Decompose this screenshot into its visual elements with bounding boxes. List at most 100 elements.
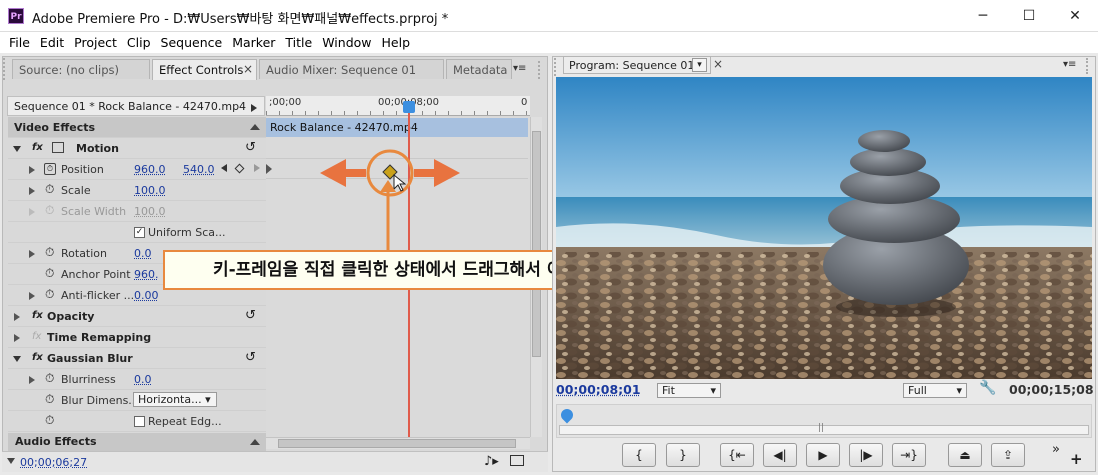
tab-metadata[interactable]: Metadata	[446, 59, 512, 79]
expand-opacity-icon[interactable]	[14, 313, 20, 321]
expand-gaussian-blur-icon[interactable]	[13, 356, 21, 362]
reset-icon[interactable]: ↺	[245, 308, 256, 323]
menu-file[interactable]: File	[4, 35, 35, 50]
stopwatch-icon[interactable]: ⏱	[45, 266, 54, 281]
stopwatch-icon[interactable]: ⏱	[45, 287, 54, 302]
timecode-dropdown-icon[interactable]	[7, 458, 15, 464]
motion-row[interactable]: fx Motion ↺	[8, 138, 266, 159]
stopwatch-icon[interactable]: ⏱	[45, 371, 54, 386]
rotation-value[interactable]: 0.0	[134, 247, 152, 260]
position-x-value[interactable]: 960.0	[134, 163, 166, 176]
tab-source[interactable]: Source: (no clips)	[12, 59, 150, 79]
program-video-frame[interactable]	[556, 77, 1092, 379]
blur-dimensions-dropdown[interactable]: Horizonta... ▾	[133, 392, 217, 407]
menu-sequence[interactable]: Sequence	[156, 35, 228, 50]
step-back-button[interactable]: ◀|	[763, 443, 797, 467]
stopwatch-icon[interactable]: ⏱	[45, 413, 54, 428]
panel-grip-right[interactable]	[538, 61, 542, 79]
monitor-playhead-handle[interactable]	[558, 406, 576, 424]
transform-box-icon[interactable]	[52, 142, 64, 153]
blurriness-value[interactable]: 0.0	[134, 373, 152, 386]
menu-edit[interactable]: Edit	[35, 35, 69, 50]
more-controls-icon[interactable]: »	[1052, 442, 1060, 457]
tab-audio-mixer[interactable]: Audio Mixer: Sequence 01	[259, 59, 444, 79]
menu-clip[interactable]: Clip	[122, 35, 156, 50]
step-forward-button[interactable]: |▶	[849, 443, 883, 467]
close-button[interactable]: ✕	[1052, 0, 1098, 32]
opacity-row[interactable]: fx Opacity ↺	[8, 306, 266, 327]
prev-keyframe-icon[interactable]	[221, 164, 227, 172]
anti-flicker-value[interactable]: 0.00	[134, 289, 159, 302]
tab-effect-controls[interactable]: Effect Controls	[152, 59, 257, 80]
stopwatch-icon[interactable]: ⏱	[45, 245, 54, 260]
mark-in-button[interactable]: {	[622, 443, 656, 467]
next-keyframe-icon[interactable]	[254, 164, 260, 172]
add-keyframe-icon[interactable]	[234, 163, 245, 174]
fx-icon[interactable]: fx	[32, 142, 43, 153]
export-icon[interactable]	[510, 455, 524, 466]
menu-window[interactable]: Window	[317, 35, 376, 50]
video-effects-header[interactable]: Video Effects	[8, 117, 266, 138]
reset-icon[interactable]: ↺	[245, 350, 256, 365]
play-button[interactable]: ▶	[806, 443, 840, 467]
audio-effects-header[interactable]: Audio Effects	[8, 433, 266, 451]
horizontal-scrollbar[interactable]	[266, 437, 530, 449]
horizontal-scroll-thumb[interactable]	[278, 439, 516, 448]
time-remapping-row[interactable]: fx Time Remapping	[8, 327, 266, 348]
tab-program-monitor[interactable]: Program: Sequence 01	[563, 56, 711, 74]
extract-button[interactable]: ⇪	[991, 443, 1025, 467]
scale-value[interactable]: 100.0	[134, 184, 166, 197]
stopwatch-on-icon[interactable]: ⏱	[44, 163, 56, 175]
expand-rotation-icon[interactable]	[29, 250, 35, 258]
lift-button[interactable]: ⏏	[948, 443, 982, 467]
timeline-ruler[interactable]: ;00;00 00;00;08;00 0	[266, 96, 530, 116]
reset-icon[interactable]: ↺	[245, 140, 256, 155]
repeat-edge-checkbox[interactable]	[134, 416, 145, 427]
playhead-handle[interactable]	[403, 101, 415, 113]
tab-close-icon[interactable]: ×	[713, 57, 723, 71]
go-to-in-button[interactable]: {⇤	[720, 443, 754, 467]
position-y-value[interactable]: 540.0	[183, 163, 215, 176]
uniform-scale-checkbox[interactable]: ✓	[134, 227, 145, 238]
tab-close-icon[interactable]: ×	[243, 62, 253, 76]
expand-anti-flicker-icon[interactable]	[29, 292, 35, 300]
panel-menu-icon[interactable]: ▾≡	[1063, 59, 1076, 70]
mark-out-button[interactable]: }	[666, 443, 700, 467]
expand-motion-icon[interactable]	[13, 146, 21, 152]
stopwatch-icon[interactable]: ⏱	[45, 182, 54, 197]
menu-help[interactable]: Help	[377, 35, 416, 50]
current-timecode[interactable]: 00;00;08;01	[556, 382, 641, 397]
menu-marker[interactable]: Marker	[227, 35, 280, 50]
panel-menu-icon[interactable]: ▾≡	[513, 63, 526, 74]
footer-timecode[interactable]: 00;00;06;27	[20, 456, 87, 469]
go-to-out-button[interactable]: ⇥}	[892, 443, 926, 467]
collapse-up-icon[interactable]	[250, 124, 260, 130]
collapse-up-icon[interactable]	[250, 439, 260, 445]
clip-bar[interactable]: Rock Balance - 42470.mp4	[266, 118, 528, 137]
menu-project[interactable]: Project	[69, 35, 122, 50]
vertical-scroll-thumb[interactable]	[532, 131, 541, 357]
stopwatch-icon[interactable]: ⏱	[45, 392, 54, 407]
expand-position-icon[interactable]	[29, 166, 35, 174]
fx-icon[interactable]: fx	[32, 310, 43, 321]
expand-blurriness-icon[interactable]	[29, 376, 35, 384]
gaussian-blur-row[interactable]: fx Gaussian Blur ↺	[8, 348, 266, 369]
anchor-point-value[interactable]: 960.	[134, 268, 159, 281]
program-sequence-dropdown-icon[interactable]: ▾	[692, 58, 707, 72]
show-timeline-arrow-icon[interactable]	[251, 102, 257, 115]
panel-grip[interactable]	[554, 58, 558, 76]
menu-title[interactable]: Title	[280, 35, 317, 50]
playback-quality-dropdown[interactable]: Full ▾	[903, 383, 967, 398]
maximize-button[interactable]: ☐	[1006, 0, 1052, 32]
fx-icon[interactable]: fx	[32, 352, 43, 363]
wrench-icon[interactable]: 🔧	[979, 380, 996, 396]
zoom-fit-dropdown[interactable]: Fit ▾	[657, 383, 721, 398]
button-editor-plus-icon[interactable]: +	[1070, 450, 1083, 468]
monitor-zoom-scrollbar[interactable]: ||	[559, 423, 1089, 435]
expand-time-remapping-icon[interactable]	[14, 334, 20, 342]
play-audio-icon[interactable]: ♪▸	[484, 454, 499, 469]
panel-grip-right[interactable]	[1086, 58, 1090, 74]
expand-scale-icon[interactable]	[29, 187, 35, 195]
monitor-time-ruler[interactable]: ||	[556, 404, 1092, 438]
minimize-button[interactable]: ─	[960, 0, 1006, 32]
